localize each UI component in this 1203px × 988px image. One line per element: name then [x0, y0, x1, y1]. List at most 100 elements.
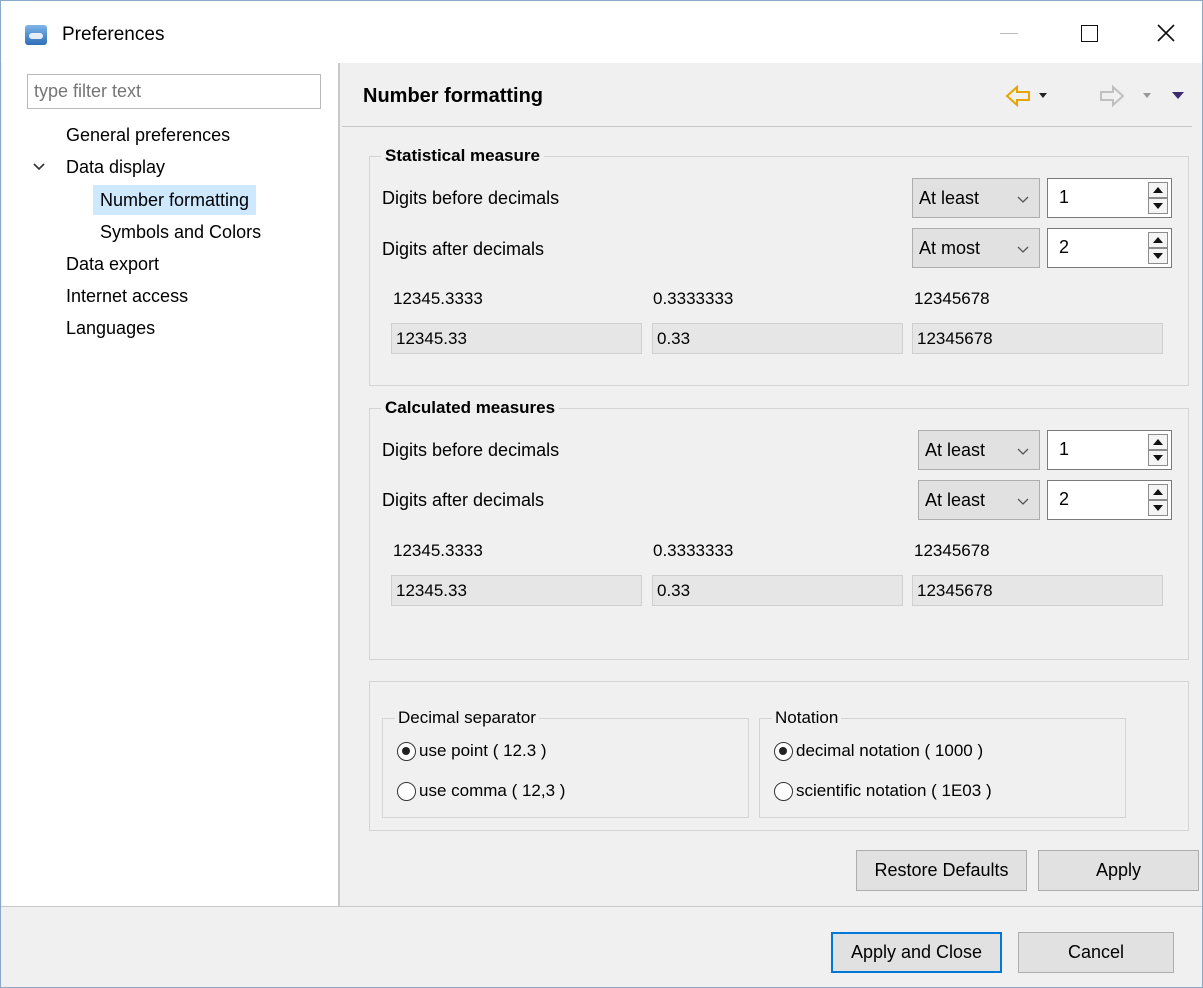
- chevron-down-icon: [1017, 498, 1029, 505]
- notation-label: Notation: [772, 708, 842, 728]
- radio-use-point-label: use point ( 12.3 ): [419, 741, 547, 760]
- statistical-before-spinner[interactable]: 1: [1047, 178, 1172, 218]
- statistical-before-mode-select[interactable]: At least: [912, 178, 1040, 218]
- radio-checked-icon: [397, 741, 416, 761]
- forward-menu-chevron-icon[interactable]: [1143, 93, 1151, 98]
- tree-item-general-preferences[interactable]: General preferences: [66, 120, 230, 150]
- minimize-icon: [1000, 32, 1018, 34]
- minimize-button[interactable]: [986, 15, 1032, 51]
- spin-up-button[interactable]: [1148, 434, 1168, 450]
- maximize-button[interactable]: [1066, 15, 1112, 51]
- calculated-sample-input-1: 12345.3333: [393, 541, 483, 560]
- spin-down-button[interactable]: [1148, 198, 1168, 214]
- tree-item-data-display[interactable]: Data display: [66, 152, 165, 182]
- back-menu-chevron-icon[interactable]: [1039, 93, 1047, 98]
- arrow-down-icon: [1153, 505, 1163, 511]
- statistical-before-mode-value: At least: [919, 187, 980, 208]
- calculated-sample-output-2: 0.33: [652, 575, 903, 606]
- statistical-after-value[interactable]: 2: [1059, 237, 1069, 258]
- calculated-after-mode-select[interactable]: At least: [918, 480, 1040, 520]
- preference-tree-pane: General preferences Data display Number …: [2, 63, 338, 906]
- spin-down-button[interactable]: [1148, 500, 1168, 516]
- calculated-before-value[interactable]: 1: [1059, 439, 1069, 460]
- spin-up-button[interactable]: [1148, 232, 1168, 248]
- apply-button[interactable]: Apply: [1038, 850, 1199, 891]
- pane-divider[interactable]: [338, 63, 340, 906]
- radio-use-comma-label: use comma ( 12,3 ): [419, 781, 566, 800]
- tree-item-symbols-and-colors[interactable]: Symbols and Colors: [100, 217, 261, 247]
- calculated-sample-input-2: 0.3333333: [653, 541, 734, 560]
- spin-down-button[interactable]: [1148, 248, 1168, 264]
- statistical-before-value[interactable]: 1: [1059, 187, 1069, 208]
- radio-use-comma[interactable]: use comma ( 12,3 ): [397, 781, 565, 801]
- navigation-icons: [1005, 84, 1184, 108]
- window-title: Preferences: [62, 24, 165, 45]
- statistical-after-mode-value: At most: [919, 237, 981, 258]
- statistical-sample-output-2: 0.33: [652, 323, 903, 354]
- statistical-after-label: Digits after decimals: [382, 239, 545, 259]
- calculated-after-mode-value: At least: [925, 489, 986, 510]
- statistical-sample-input-1: 12345.3333: [393, 289, 483, 308]
- back-arrow-icon[interactable]: [1005, 84, 1030, 108]
- tree-item-languages[interactable]: Languages: [66, 313, 155, 343]
- view-menu-icon[interactable]: [1172, 92, 1184, 99]
- calculated-sample-input-3: 12345678: [914, 541, 990, 560]
- tree-item-data-export[interactable]: Data export: [66, 249, 159, 279]
- forward-arrow-icon[interactable]: [1100, 84, 1125, 108]
- chevron-down-icon: [1017, 246, 1029, 253]
- calculated-after-spinner[interactable]: 2: [1047, 480, 1172, 520]
- radio-unchecked-icon: [397, 781, 416, 801]
- cancel-button[interactable]: Cancel: [1018, 932, 1174, 973]
- apply-and-close-button[interactable]: Apply and Close: [831, 932, 1002, 973]
- calculated-measures-label: Calculated measures: [381, 398, 560, 418]
- radio-checked-icon: [774, 741, 793, 761]
- statistical-measure-label: Statistical measure: [381, 146, 544, 166]
- radio-decimal-notation[interactable]: decimal notation ( 1000 ): [774, 741, 983, 761]
- arrow-up-icon: [1153, 489, 1163, 495]
- statistical-after-mode-select[interactable]: At most: [912, 228, 1040, 268]
- spin-down-button[interactable]: [1148, 450, 1168, 466]
- arrow-down-icon: [1153, 203, 1163, 209]
- chevron-down-icon[interactable]: [32, 160, 46, 174]
- calculated-sample-output-3: 12345678: [912, 575, 1163, 606]
- statistical-sample-output-1: 12345.33: [391, 323, 642, 354]
- calculated-before-mode-select[interactable]: At least: [918, 430, 1040, 470]
- radio-scientific-notation[interactable]: scientific notation ( 1E03 ): [774, 781, 992, 801]
- radio-scientific-notation-label: scientific notation ( 1E03 ): [796, 781, 992, 800]
- arrow-up-icon: [1153, 439, 1163, 445]
- decimal-separator-label: Decimal separator: [395, 708, 539, 728]
- notation-group: [759, 718, 1126, 818]
- statistical-before-label: Digits before decimals: [382, 188, 560, 208]
- radio-use-point[interactable]: use point ( 12.3 ): [397, 741, 547, 761]
- restore-defaults-button[interactable]: Restore Defaults: [856, 850, 1027, 891]
- calculated-sample-output-1: 12345.33: [391, 575, 642, 606]
- preferences-window: Preferences General preferences Data dis…: [0, 0, 1203, 988]
- statistical-after-spinner[interactable]: 2: [1047, 228, 1172, 268]
- calculated-after-value[interactable]: 2: [1059, 489, 1069, 510]
- statistical-sample-input-3: 12345678: [914, 289, 990, 308]
- spin-up-button[interactable]: [1148, 182, 1168, 198]
- tree-item-internet-access[interactable]: Internet access: [66, 281, 188, 311]
- calculated-after-label: Digits after decimals: [382, 490, 545, 510]
- filter-input[interactable]: [27, 74, 321, 109]
- page-title: Number formatting: [363, 85, 543, 107]
- spin-up-button[interactable]: [1148, 484, 1168, 500]
- calculated-before-spinner[interactable]: 1: [1047, 430, 1172, 470]
- arrow-up-icon: [1153, 187, 1163, 193]
- calculated-before-mode-value: At least: [925, 439, 986, 460]
- close-button[interactable]: [1143, 15, 1189, 51]
- footer-separator: [1, 906, 1202, 907]
- chevron-down-icon: [1017, 448, 1029, 455]
- arrow-down-icon: [1153, 253, 1163, 259]
- arrow-up-icon: [1153, 237, 1163, 243]
- radio-unchecked-icon: [774, 781, 793, 801]
- radio-decimal-notation-label: decimal notation ( 1000 ): [796, 741, 984, 760]
- decimal-separator-group: [382, 718, 749, 818]
- maximize-icon: [1080, 24, 1098, 42]
- title-bar: Preferences: [1, 1, 1202, 63]
- calculated-before-label: Digits before decimals: [382, 440, 560, 460]
- tree-item-number-formatting[interactable]: Number formatting: [93, 185, 257, 215]
- app-icon: [25, 25, 47, 45]
- chevron-down-icon: [1017, 196, 1029, 203]
- title-separator: [342, 126, 1192, 127]
